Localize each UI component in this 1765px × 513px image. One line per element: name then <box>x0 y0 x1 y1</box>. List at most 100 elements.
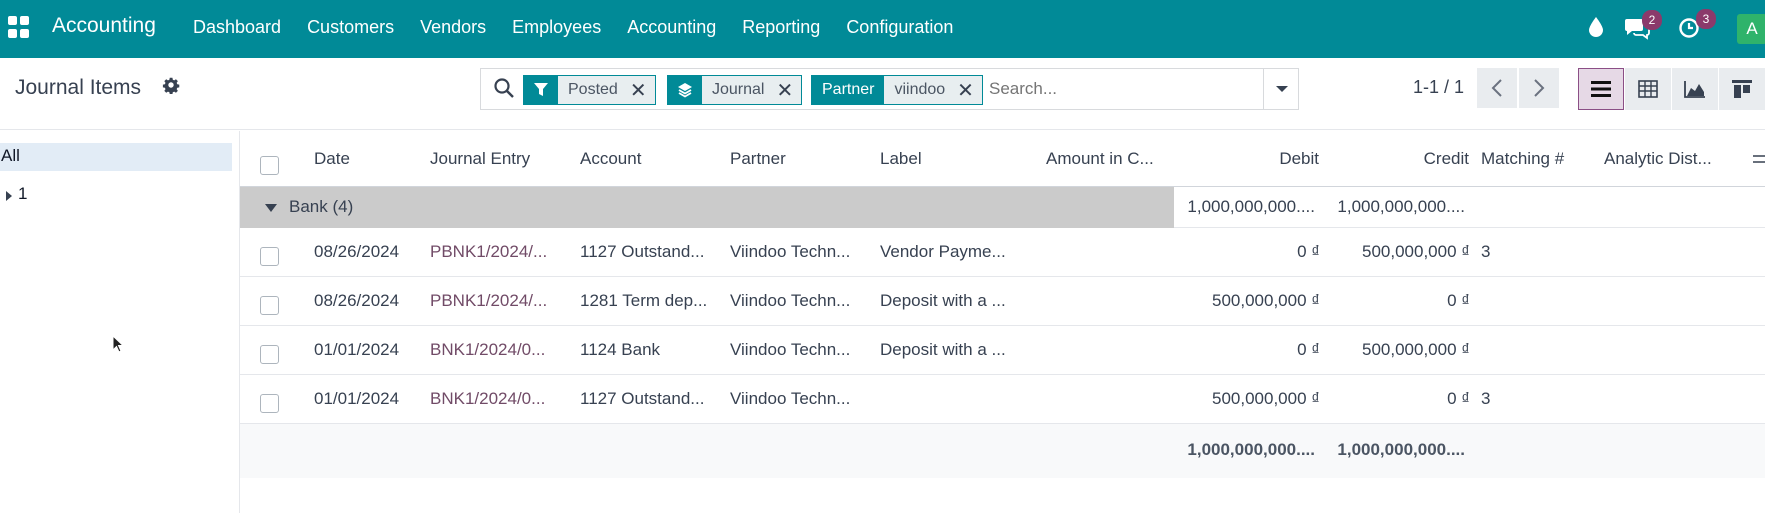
list-icon <box>1591 81 1611 97</box>
menu-customers[interactable]: Customers <box>307 17 394 38</box>
group-row-bank[interactable]: Bank (4) 1,000,000,000.... 1,000,000,000… <box>240 187 1765 228</box>
user-avatar[interactable]: A <box>1737 14 1765 44</box>
column-header-debit[interactable]: Debit <box>1240 149 1319 169</box>
row-checkbox[interactable] <box>260 394 279 413</box>
table-row[interactable]: 01/01/2024 BNK1/2024/0... 1124 Bank Viin… <box>240 326 1765 375</box>
total-credit: 1,000,000,000.... <box>1337 440 1465 459</box>
close-icon[interactable]: ✕ <box>627 76 655 104</box>
table-header: Date Journal Entry Account Partner Label… <box>240 131 1765 187</box>
cell-debit: 0 ₫ <box>1297 242 1320 261</box>
main-menu: Dashboard Customers Vendors Employees Ac… <box>193 17 979 38</box>
facet-partner: Partner viindoo ✕ <box>811 75 983 105</box>
column-header-credit[interactable]: Credit <box>1390 149 1469 169</box>
menu-vendors[interactable]: Vendors <box>420 17 486 38</box>
column-header-account[interactable]: Account <box>580 149 641 169</box>
cell-label: Deposit with a ... <box>880 340 1006 359</box>
cell-debit: 500,000,000 ₫ <box>1212 291 1320 310</box>
optional-columns-icon[interactable] <box>1753 152 1765 166</box>
cell-account: 1127 Outstand... <box>580 389 705 408</box>
column-header-partner[interactable]: Partner <box>730 149 786 169</box>
cell-date: 08/26/2024 <box>314 291 400 310</box>
search-panel: All 1 <box>0 131 240 513</box>
caret-down-icon <box>265 204 277 212</box>
top-navbar: Accounting Dashboard Customers Vendors E… <box>0 0 1765 58</box>
pager-value[interactable]: 1-1 / 1 <box>1413 77 1464 98</box>
row-checkbox[interactable] <box>260 296 279 315</box>
total-debit: 1,000,000,000.... <box>1187 440 1315 459</box>
cell-credit: 0 ₫ <box>1447 389 1470 408</box>
table-footer-totals: 1,000,000,000.... 1,000,000,000.... <box>240 424 1765 478</box>
menu-reporting[interactable]: Reporting <box>742 17 820 38</box>
kanban-view-button[interactable] <box>1719 68 1765 110</box>
cell-label: Vendor Payme... <box>880 242 1006 261</box>
cell-debit: 0 ₫ <box>1297 340 1320 359</box>
search-bar: Posted ✕ Journal ✕ Partner viindoo ✕ <box>480 68 1299 110</box>
cell-partner: Viindoo Techn... <box>730 389 851 408</box>
table-row[interactable]: 08/26/2024 PBNK1/2024/... 1127 Outstand.… <box>240 228 1765 277</box>
column-header-date[interactable]: Date <box>314 149 350 169</box>
cell-journal-entry[interactable]: PBNK1/2024/... <box>430 291 547 311</box>
search-input[interactable] <box>989 79 1249 99</box>
column-header-matching[interactable]: Matching # <box>1481 149 1564 169</box>
cell-label: Deposit with a ... <box>880 291 1006 310</box>
control-panel: Journal Items Posted ✕ Journal ✕ Partner… <box>0 58 1765 130</box>
row-checkbox[interactable] <box>260 247 279 266</box>
column-header-amount-currency[interactable]: Amount in C... <box>1046 149 1154 169</box>
group-debit-total: 1,000,000,000.... <box>1187 197 1315 216</box>
search-panel-item-1[interactable]: 1 <box>18 184 27 204</box>
cell-credit: 0 ₫ <box>1447 291 1470 310</box>
search-options-toggle[interactable] <box>1263 69 1299 109</box>
cell-journal-entry[interactable]: BNK1/2024/0... <box>430 389 545 409</box>
column-header-analytic[interactable]: Analytic Dist... <box>1604 149 1712 169</box>
activities-badge: 3 <box>1696 9 1716 29</box>
kanban-icon <box>1732 80 1752 98</box>
select-all-checkbox[interactable] <box>260 156 279 175</box>
menu-accounting[interactable]: Accounting <box>627 17 716 38</box>
search-icon[interactable] <box>493 77 515 99</box>
table-icon <box>1638 80 1658 98</box>
column-header-label[interactable]: Label <box>880 149 922 169</box>
close-icon[interactable]: ✕ <box>774 76 802 104</box>
group-credit-total: 1,000,000,000.... <box>1337 197 1465 216</box>
layers-icon <box>668 76 702 104</box>
cell-account: 1127 Outstand... <box>580 242 705 261</box>
menu-employees[interactable]: Employees <box>512 17 601 38</box>
menu-dashboard[interactable]: Dashboard <box>193 17 281 38</box>
close-icon[interactable]: ✕ <box>955 76 982 104</box>
cell-date: 01/01/2024 <box>314 340 400 359</box>
facet-value: viindoo <box>884 76 956 104</box>
drop-icon[interactable] <box>1587 16 1605 38</box>
facet-key: Partner <box>812 76 885 104</box>
list-view-button[interactable] <box>1578 68 1624 110</box>
apps-menu-icon[interactable] <box>8 16 30 38</box>
pager-next-button[interactable] <box>1519 68 1559 108</box>
cell-credit: 500,000,000 ₫ <box>1362 340 1470 359</box>
graph-view-button[interactable] <box>1672 68 1718 110</box>
caret-right-icon[interactable] <box>5 190 13 202</box>
facet-posted: Posted ✕ <box>523 75 656 105</box>
pivot-view-button[interactable] <box>1625 68 1671 110</box>
row-checkbox[interactable] <box>260 345 279 364</box>
cell-journal-entry[interactable]: BNK1/2024/0... <box>430 340 545 360</box>
facet-value: Journal <box>702 76 775 104</box>
cell-journal-entry[interactable]: PBNK1/2024/... <box>430 242 547 262</box>
cell-credit: 500,000,000 ₫ <box>1362 242 1470 261</box>
cell-matching: 3 <box>1481 389 1491 408</box>
app-name[interactable]: Accounting <box>52 14 156 38</box>
column-header-journal-entry[interactable]: Journal Entry <box>430 149 530 169</box>
cell-debit: 500,000,000 ₫ <box>1212 389 1320 408</box>
cell-partner: Viindoo Techn... <box>730 340 851 359</box>
filter-icon <box>524 76 558 104</box>
pager-previous-button[interactable] <box>1477 68 1517 108</box>
table-row[interactable]: 01/01/2024 BNK1/2024/0... 1127 Outstand.… <box>240 375 1765 424</box>
facet-value: Posted <box>558 76 628 104</box>
gear-icon[interactable] <box>162 76 180 94</box>
search-panel-item-all[interactable]: All <box>0 143 232 171</box>
cell-date: 08/26/2024 <box>314 242 400 261</box>
menu-configuration[interactable]: Configuration <box>846 17 953 38</box>
mouse-cursor-icon <box>112 335 125 353</box>
table-row[interactable]: 08/26/2024 PBNK1/2024/... 1281 Term dep.… <box>240 277 1765 326</box>
area-chart-icon <box>1684 81 1705 98</box>
cell-matching: 3 <box>1481 242 1491 261</box>
page-title: Journal Items <box>15 76 142 99</box>
